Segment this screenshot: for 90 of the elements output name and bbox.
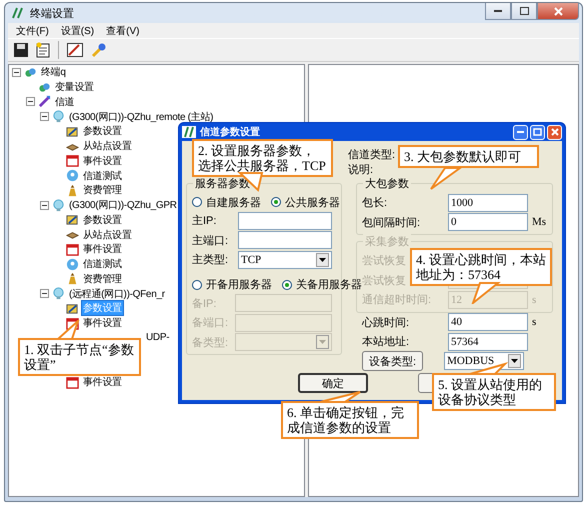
input-field[interactable] [235, 294, 332, 312]
tree-item[interactable]: 事件设置 [81, 241, 124, 258]
tree-item[interactable]: 参数设置 [81, 212, 124, 228]
group-title: 大包参数 [363, 176, 411, 191]
globe-icon [66, 258, 79, 271]
minimize-button[interactable] [485, 3, 511, 20]
tree-item[interactable]: 从站点设置 [81, 138, 134, 154]
unit-label: Ms [532, 216, 546, 228]
radio-dot-icon [285, 282, 289, 286]
radio-button[interactable]: 关备用服务器 [282, 277, 362, 292]
collapse-icon[interactable] [26, 97, 35, 106]
field-label: 主类型: [192, 252, 228, 268]
minimize-icon [494, 10, 502, 12]
field-label: 说明: [348, 163, 374, 177]
tree-item[interactable]: 信道测试 [81, 168, 124, 184]
input-field[interactable] [238, 231, 332, 250]
close-icon [554, 6, 562, 16]
field-label: 心跳时间: [362, 316, 410, 330]
tree-item[interactable]: 参数设置 [81, 123, 124, 140]
maximize-icon [533, 128, 542, 136]
tree-item[interactable]: 资费管理 [81, 182, 124, 198]
input-field[interactable]: 57364 [448, 332, 528, 351]
menu-item[interactable]: 设置(S) [56, 24, 100, 38]
calendar-icon [66, 376, 79, 389]
tree-item[interactable]: 事件设置 [81, 152, 124, 169]
field-label: 本站地址: [362, 335, 410, 350]
collapse-icon[interactable] [12, 68, 21, 77]
app-logo-icon [11, 7, 25, 19]
dropdown[interactable]: TCP [238, 250, 332, 269]
field-label: 主端口: [192, 234, 228, 248]
group-title: 采集参数 [363, 234, 411, 249]
window-title: 终端设置 [30, 6, 74, 20]
field-label: 尝试恢复 [362, 274, 406, 288]
radio-button[interactable]: 公共服务器 [271, 194, 340, 210]
globe-icon [66, 169, 79, 182]
dialog-title: 信道参数设置 [200, 126, 260, 139]
field-label: 通信超时时间: [362, 292, 432, 308]
menu-item[interactable]: 文件(F) [11, 24, 54, 38]
callout-pointer [318, 390, 363, 403]
collapse-icon[interactable] [40, 200, 49, 210]
collapse-icon[interactable] [40, 112, 49, 122]
save-icon[interactable] [14, 43, 28, 57]
tree-item[interactable]: (G300(网口))-QZhu_remote (主站) [67, 108, 216, 125]
unit-label: s [532, 316, 536, 328]
field-label: 包长: [362, 196, 388, 210]
field-label: 信道类型: [348, 148, 396, 162]
app-logo-icon [182, 126, 196, 138]
radio-button[interactable]: 开备用服务器 [192, 277, 272, 292]
tree-item[interactable]: 资费管理 [81, 270, 124, 287]
field-label: 备端口: [192, 316, 228, 330]
ok-button[interactable]: 确定 [298, 373, 368, 393]
arrows-icon [38, 95, 51, 108]
input-field[interactable]: 0 [448, 213, 528, 232]
maximize-button[interactable] [511, 3, 537, 20]
bulb-icon [52, 287, 65, 300]
tree-item[interactable]: 信道测试 [81, 256, 124, 272]
input-field[interactable]: 1000 [448, 194, 528, 212]
tree-item[interactable]: 信道 [53, 94, 76, 110]
callout-pointer [55, 320, 81, 340]
unit-label: s [532, 294, 536, 306]
tree-item[interactable]: 终端q [39, 64, 68, 80]
bulb-icon [52, 198, 65, 212]
field-label: 尝试恢复 [362, 254, 406, 268]
field-label: 主IP: [192, 214, 216, 228]
radio-button[interactable]: 自建服务器 [192, 194, 261, 210]
calendar-icon [66, 242, 79, 256]
field-label: 备类型: [192, 336, 228, 350]
close-button[interactable] [537, 3, 579, 20]
calendar-icon [66, 154, 79, 168]
bulb-icon [52, 110, 65, 124]
document-icon[interactable] [36, 42, 50, 58]
tree-item[interactable]: UDP- [144, 331, 172, 344]
field-label: 包间隔时间: [362, 216, 420, 230]
device-type-button[interactable]: 设备类型: [362, 351, 424, 372]
input-field[interactable] [238, 212, 332, 230]
tree-item[interactable]: (远程通(网口))-QFen_r [67, 286, 167, 302]
tree-item[interactable]: 从站点设置 [81, 226, 134, 243]
input-field[interactable] [235, 314, 332, 332]
menu-item[interactable]: 查看(V) [101, 24, 144, 38]
close-icon [550, 128, 558, 136]
input-field[interactable]: 40 [448, 313, 528, 332]
tree-item[interactable]: 变量设置 [53, 79, 96, 96]
maximize-icon [520, 7, 528, 15]
field-label: 备IP: [192, 296, 216, 311]
tree-item[interactable]: 事件设置 [81, 374, 124, 390]
tree-item[interactable]: (G300(网口))-QZhu_GPR [67, 197, 179, 214]
radio-dot-icon [274, 200, 278, 204]
collapse-icon[interactable] [40, 289, 49, 298]
minimize-icon [517, 131, 524, 133]
tree-item[interactable]: 事件设置 [81, 315, 124, 332]
